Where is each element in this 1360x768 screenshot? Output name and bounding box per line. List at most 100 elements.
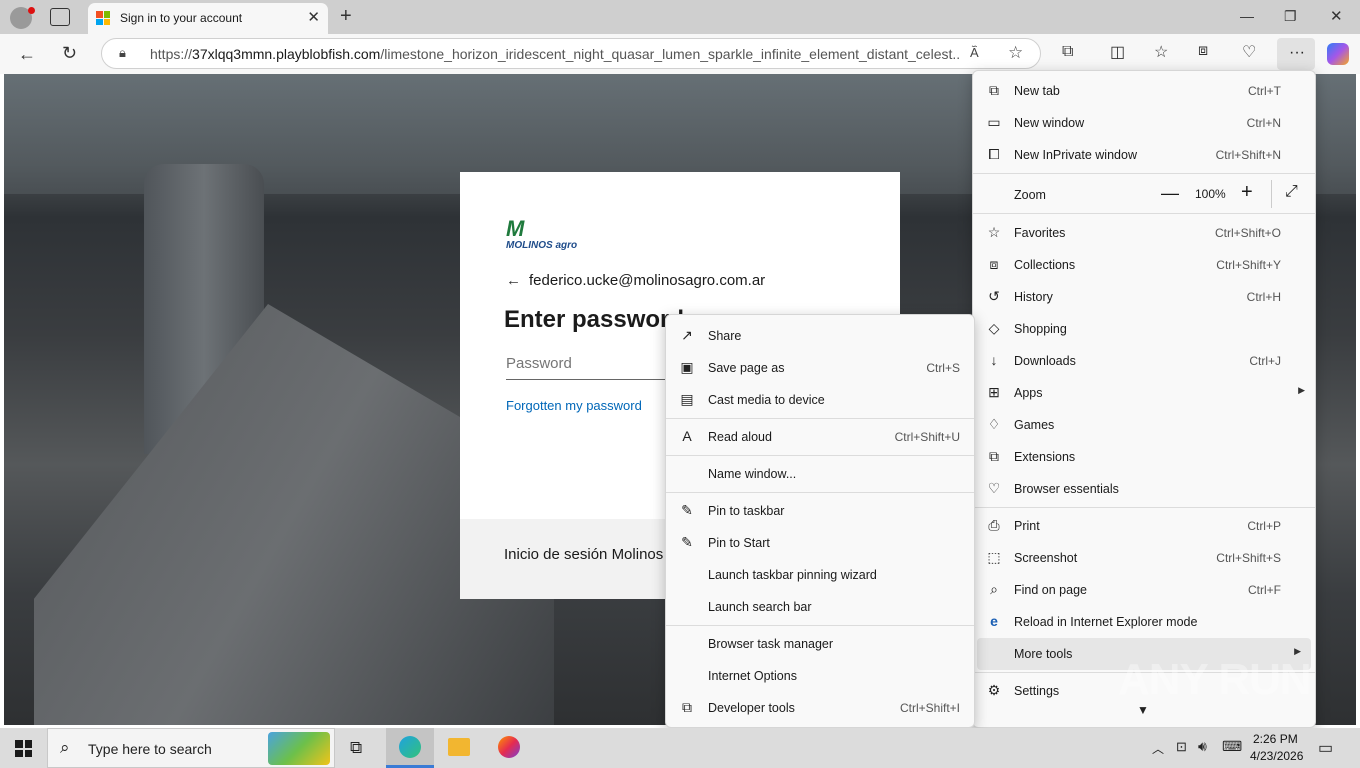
clock-time[interactable]: 2:26 PM [1253, 732, 1298, 746]
taskbar-search[interactable]: ⌕ Type here to search [47, 728, 335, 768]
share-icon: ↗ [681, 327, 693, 343]
active-tab[interactable]: Sign in to your account ✕ [88, 3, 328, 34]
tab-strip: Sign in to your account ✕ + — ❐ ✕ [0, 0, 1360, 34]
network-icon[interactable]: ⊡ [1176, 739, 1187, 755]
refresh-icon[interactable]: ↻ [62, 43, 77, 64]
menu-item-print[interactable]: ⎙ Print Ctrl+P [973, 510, 1315, 542]
menu-item-downloads[interactable]: ↓ Downloads Ctrl+J [973, 345, 1315, 377]
menu-item-new-window[interactable]: ▭ New window Ctrl+N [973, 107, 1315, 139]
ie-icon: e [990, 613, 998, 629]
menu-item-internet-options[interactable]: Internet Options [666, 660, 974, 692]
shopping-tag-icon: ◇ [988, 320, 1000, 336]
menu-item-screenshot[interactable]: ⬚ Screenshot Ctrl+Shift+S [973, 542, 1315, 574]
taskbar-edge[interactable] [386, 728, 434, 768]
more-tools-submenu: ↗ Share ▣ Save page as Ctrl+S ▤ Cast media t… [665, 314, 975, 728]
task-view-icon[interactable]: ⧉ [350, 738, 362, 758]
menu-item-launch-search-bar[interactable]: Launch search bar [666, 591, 974, 623]
menu-item-apps[interactable]: ⊞ Apps ▶ [973, 377, 1315, 409]
zoom-in-icon[interactable]: + [1241, 181, 1253, 204]
navigation-bar: ← ↻ 🔒︎ https://37xlqq3mmn.playblobfish.c… [0, 34, 1360, 74]
menu-item-pin-taskbar[interactable]: ✎ Pin to taskbar [666, 495, 974, 527]
microsoft-logo-icon [96, 11, 110, 25]
collections-icon[interactable]: ⧈ [1198, 42, 1208, 60]
collections-icon: ⧈ [989, 256, 999, 272]
logo-text: MOLINOS agro [506, 240, 578, 251]
find-icon: ⌕ [990, 581, 998, 597]
devtools-icon: ⧉ [682, 699, 692, 715]
download-icon: ↓ [990, 352, 998, 368]
menu-item-shopping[interactable]: ◇ Shopping [973, 313, 1315, 345]
anyrun-watermark: ANY RUN [1118, 655, 1312, 704]
footer-text: Inicio de sesión Molinos [504, 546, 664, 563]
file-explorer-icon[interactable] [448, 738, 470, 756]
menu-item-pin-start[interactable]: ✎ Pin to Start [666, 527, 974, 559]
close-tab-icon[interactable]: ✕ [307, 8, 320, 26]
forgot-password-link[interactable]: Forgotten my password [506, 398, 642, 413]
new-tab-plus-icon[interactable]: + [340, 5, 352, 28]
printer-icon: ⎙ [988, 517, 1000, 533]
menu-item-name-window[interactable]: Name window... [666, 458, 974, 490]
minimize-icon[interactable]: — [1240, 8, 1254, 24]
read-aloud-icon[interactable]: A᷈ [970, 45, 979, 60]
pin-icon: ✎ [681, 502, 693, 518]
back-arrow-icon[interactable]: ← [18, 44, 36, 65]
edge-icon [399, 736, 421, 758]
menu-item-read-aloud[interactable]: A Read aloud Ctrl+Shift+U [666, 421, 974, 453]
close-window-icon[interactable]: ✕ [1330, 7, 1343, 25]
url-text: https://37xlqq3mmn.playblobfish.com/lime… [150, 46, 960, 62]
address-bar[interactable]: 🔒︎ https://37xlqq3mmn.playblobfish.com/l… [101, 38, 1041, 69]
settings-menu: ⧉ New tab Ctrl+T ▭ New window Ctrl+N ⧠ New In… [972, 70, 1316, 728]
menu-item-games[interactable]: ♢ Games [973, 409, 1315, 441]
fullscreen-icon[interactable]: ⤢ [1285, 183, 1298, 201]
search-placeholder: Type here to search [88, 741, 212, 757]
menu-item-zoom: Zoom — 100% + ⤢ [973, 177, 1315, 211]
firefox-icon[interactable] [498, 736, 520, 758]
menu-item-share[interactable]: ↗ Share [666, 320, 974, 352]
settings-and-more-button[interactable]: ··· [1277, 38, 1315, 70]
menu-item-find-on-page[interactable]: ⌕ Find on page Ctrl+F [973, 574, 1315, 606]
favorites-bar-icon[interactable]: ☆ [1154, 42, 1168, 62]
puzzle-widget-icon[interactable] [268, 732, 330, 765]
menu-item-cast[interactable]: ▤ Cast media to device [666, 384, 974, 416]
browser-essentials-icon[interactable]: ♡ [1242, 42, 1256, 62]
zoom-out-icon[interactable]: — [1161, 183, 1179, 204]
restore-icon[interactable]: ❐ [1284, 8, 1297, 25]
split-screen-icon[interactable]: ◫ [1110, 42, 1125, 62]
page-title: Enter password [504, 306, 685, 333]
windows-start-icon[interactable] [15, 740, 32, 757]
favorite-star-icon[interactable]: ☆ [1008, 43, 1023, 63]
extensions-icon[interactable]: ⧉ [1062, 43, 1073, 61]
notification-center-icon[interactable]: ▭ [1318, 738, 1333, 758]
cast-icon: ▤ [680, 391, 694, 407]
menu-item-pinning-wizard[interactable]: Launch taskbar pinning wizard [666, 559, 974, 591]
menu-item-developer-tools[interactable]: ⧉ Developer tools Ctrl+Shift+I [666, 692, 974, 724]
copilot-icon[interactable] [1327, 43, 1349, 65]
menu-item-save-page[interactable]: ▣ Save page as Ctrl+S [666, 352, 974, 384]
taskbar: ⌕ Type here to search ⧉ ︿ ⊡ 🔊︎ ⌨ 2:26 PM… [0, 728, 1360, 768]
inprivate-icon: ⧠ [988, 146, 1000, 162]
tray-chevron-icon[interactable]: ︿ [1152, 740, 1164, 757]
menu-item-browser-essentials[interactable]: ♡ Browser essentials [973, 473, 1315, 505]
volume-icon[interactable]: 🔊︎ [1198, 738, 1207, 755]
more-dots-icon: ··· [1289, 44, 1305, 61]
puzzle-icon: ⧉ [989, 448, 999, 464]
games-icon: ♢ [987, 416, 1001, 432]
keyboard-icon[interactable]: ⌨ [1222, 738, 1242, 755]
menu-item-inprivate[interactable]: ⧠ New InPrivate window Ctrl+Shift+N [973, 139, 1315, 171]
zoom-level: 100% [1195, 187, 1226, 201]
menu-item-task-manager[interactable]: Browser task manager [666, 628, 974, 660]
tab-actions-icon[interactable] [50, 8, 70, 26]
chevron-right-icon: ▶ [1298, 385, 1305, 395]
menu-item-new-tab[interactable]: ⧉ New tab Ctrl+T [973, 75, 1315, 107]
email-display[interactable]: ← federico.ucke@molinosagro.com.ar [506, 272, 765, 289]
screenshot-icon: ⬚ [987, 549, 1001, 565]
clock-date[interactable]: 4/23/2026 [1250, 749, 1303, 763]
menu-item-collections[interactable]: ⧈ Collections Ctrl+Shift+Y [973, 249, 1315, 281]
menu-item-history[interactable]: ↺ History Ctrl+H [973, 281, 1315, 313]
back-arrow-icon[interactable]: ← [506, 272, 521, 289]
scroll-down-icon[interactable]: ▼ [1137, 703, 1149, 717]
menu-item-favorites[interactable]: ☆ Favorites Ctrl+Shift+O [973, 217, 1315, 249]
menu-item-ie-mode[interactable]: e Reload in Internet Explorer mode [973, 606, 1315, 638]
lock-icon[interactable]: 🔒︎ [119, 45, 126, 61]
menu-item-extensions[interactable]: ⧉ Extensions [973, 441, 1315, 473]
